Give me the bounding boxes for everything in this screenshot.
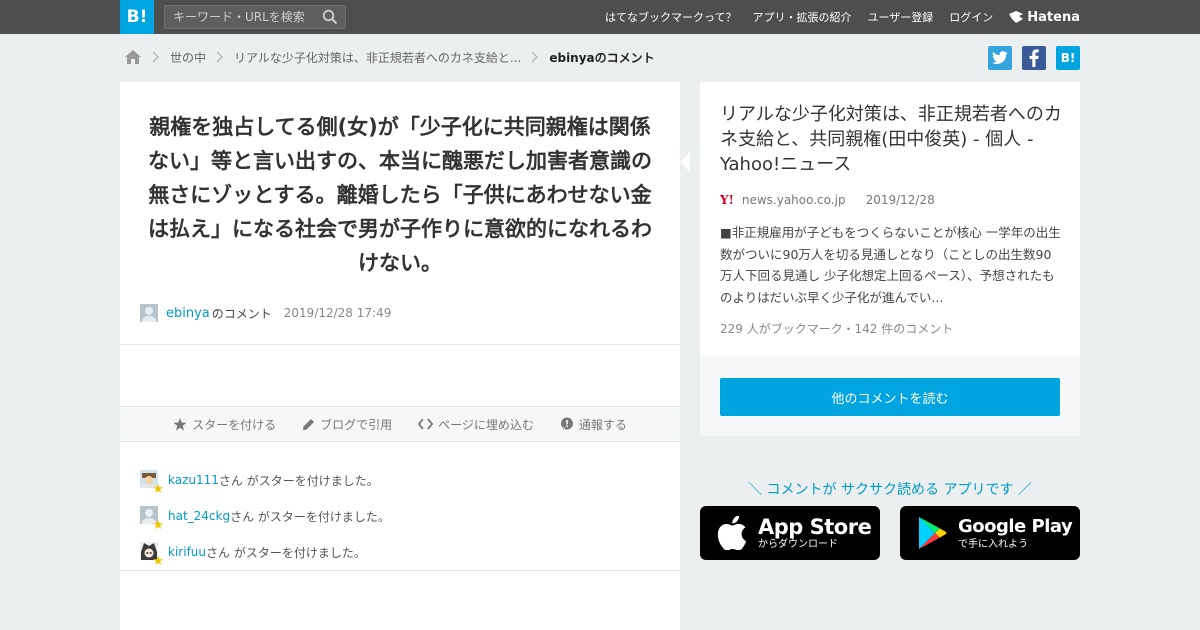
hatena-brand-label: Hatena xyxy=(1027,9,1080,25)
yahoo-favicon-icon: Y! xyxy=(720,193,734,207)
chevron-right-icon xyxy=(152,51,160,63)
read-more-area: 他のコメントを読む xyxy=(700,356,1080,436)
google-play-badge[interactable]: Google Play で手に入れよう xyxy=(900,506,1080,560)
hatena-brand-link[interactable]: Hatena xyxy=(1009,10,1080,25)
hatena-bookmark-logo[interactable]: B! xyxy=(120,0,154,34)
nav-about-link[interactable]: はてなブックマークって？ xyxy=(605,9,736,25)
app-store-badge[interactable]: App Store からダウンロード xyxy=(700,506,880,560)
card-pointer xyxy=(680,152,690,172)
star-icon xyxy=(173,417,187,430)
comment-timestamp[interactable]: 2019/12/28 17:49 xyxy=(284,306,392,320)
star-text: さん がスターを付けました。 xyxy=(218,473,379,488)
article-card: リアルな少子化対策は、非正規若者へのカネ支給と、共同親権(田中俊英) - 個人 … xyxy=(700,82,1080,356)
bookmark-count[interactable]: 229 人がブックマーク・142 件のコメント xyxy=(720,320,953,337)
article-date: 2019/12/28 xyxy=(865,193,935,207)
pencil-icon xyxy=(303,418,315,430)
breadcrumb-entry[interactable]: リアルな少子化対策は、非正規若者へのカネ支給と... xyxy=(234,49,521,66)
google-play-icon xyxy=(910,516,954,550)
star-icon: ★ xyxy=(152,482,164,497)
article-title-link[interactable]: リアルな少子化対策は、非正規若者へのカネ支給と、共同親権(田中俊英) - 個人 … xyxy=(720,102,1065,177)
nav-apps-link[interactable]: アプリ・拡張の紹介 xyxy=(753,9,852,25)
star-text: さん がスターを付けました。 xyxy=(230,509,390,524)
star-username[interactable]: kirifuu xyxy=(168,545,206,559)
app-store-name: App Store xyxy=(758,515,872,539)
article-source: Y! news.yahoo.co.jp 2019/12/28 xyxy=(720,193,935,207)
top-nav: はてなブックマークって？ アプリ・拡張の紹介 ユーザー登録 ログイン Haten… xyxy=(589,0,1080,34)
avatar[interactable] xyxy=(140,304,158,322)
avatar[interactable]: ★ xyxy=(140,542,164,568)
top-bar: B! はてなブックマークって？ アプリ・拡張の紹介 ユーザー登録 ログイン Ha… xyxy=(0,0,1200,34)
article-summary: ■非正規雇用が子どもをつくらないことが核心 一学年の出生数がついに90万人を切る… xyxy=(720,225,1061,305)
action-bar: スターを付ける ブログで引用 ページに埋め込む 通報する xyxy=(120,406,680,442)
add-star-label: スターを付ける xyxy=(192,417,277,432)
google-play-name: Google Play xyxy=(958,516,1073,537)
avatar[interactable]: ★ xyxy=(140,470,164,496)
comment-suffix: のコメント xyxy=(211,306,272,321)
list-item: ★ kirifuu さん がスターを付けました。 xyxy=(140,534,390,570)
share-buttons: B! xyxy=(978,46,1080,70)
star-icon: ★ xyxy=(152,518,164,533)
report-button[interactable]: 通報する xyxy=(560,416,627,433)
embed-button[interactable]: ページに埋め込む xyxy=(418,416,534,433)
hatena-bird-icon xyxy=(1009,11,1024,23)
list-item: ★ kazu111 さん がスターを付けました。 xyxy=(140,462,390,498)
search-box xyxy=(164,5,346,29)
blog-quote-button[interactable]: ブログで引用 xyxy=(302,416,392,433)
star-icon: ★ xyxy=(152,554,164,569)
avatar[interactable]: ★ xyxy=(140,506,164,532)
divider xyxy=(120,570,680,571)
chevron-right-icon xyxy=(531,51,539,63)
star-text: さん がスターを付けました。 xyxy=(206,545,366,560)
nav-login-link[interactable]: ログイン xyxy=(949,9,993,25)
divider xyxy=(120,344,680,345)
star-username[interactable]: kazu111 xyxy=(168,473,219,487)
comment-text: 親権を独占してる側(女)が「少子化に共同親権は関係ない」等と言い出すの、本当に醜… xyxy=(148,115,652,275)
embed-label: ページに埋め込む xyxy=(438,417,534,432)
list-item: ★ hat_24ckg さん がスターを付けました。 xyxy=(140,498,390,534)
breadcrumb-category[interactable]: 世の中 xyxy=(170,49,206,66)
apple-icon xyxy=(710,516,754,550)
blog-quote-label: ブログで引用 xyxy=(320,417,393,432)
add-star-button[interactable]: スターを付ける xyxy=(173,416,276,433)
chevron-right-icon xyxy=(216,51,224,63)
hatena-share-button[interactable]: B! xyxy=(1056,46,1080,70)
twitter-icon xyxy=(992,51,1008,64)
alert-icon xyxy=(560,417,573,430)
commenter-info: ebinya のコメント 2019/12/28 17:49 xyxy=(140,304,391,322)
home-icon[interactable] xyxy=(124,49,142,65)
breadcrumb: 世の中 リアルな少子化対策は、非正規若者へのカネ支給と... ebinyaのコメ… xyxy=(124,46,655,68)
report-label: 通報する xyxy=(578,417,627,432)
breadcrumb-current: ebinyaのコメント xyxy=(549,50,655,65)
app-promo-text: ＼ コメントが サクサク読める アプリです ／ xyxy=(748,482,1032,498)
comment-card: 親権を独占してる側(女)が「少子化に共同親権は関係ない」等と言い出すの、本当に醜… xyxy=(120,82,680,630)
commenter-username[interactable]: ebinya xyxy=(166,306,210,321)
article-domain-link[interactable]: news.yahoo.co.jp xyxy=(742,193,846,207)
code-icon xyxy=(418,418,434,430)
google-play-sub: で手に入れよう xyxy=(958,539,1028,550)
app-store-sub: からダウンロード xyxy=(758,539,838,550)
search-input[interactable] xyxy=(165,6,315,28)
facebook-share-button[interactable] xyxy=(1022,46,1046,70)
star-username[interactable]: hat_24ckg xyxy=(168,509,230,523)
twitter-share-button[interactable] xyxy=(988,46,1012,70)
read-other-comments-button[interactable]: 他のコメントを読む xyxy=(720,378,1060,416)
facebook-icon xyxy=(1029,49,1039,67)
search-icon[interactable] xyxy=(322,9,338,25)
stars-list: ★ kazu111 さん がスターを付けました。 ★ hat_24ckg さん … xyxy=(140,462,390,570)
nav-register-link[interactable]: ユーザー登録 xyxy=(868,9,934,25)
